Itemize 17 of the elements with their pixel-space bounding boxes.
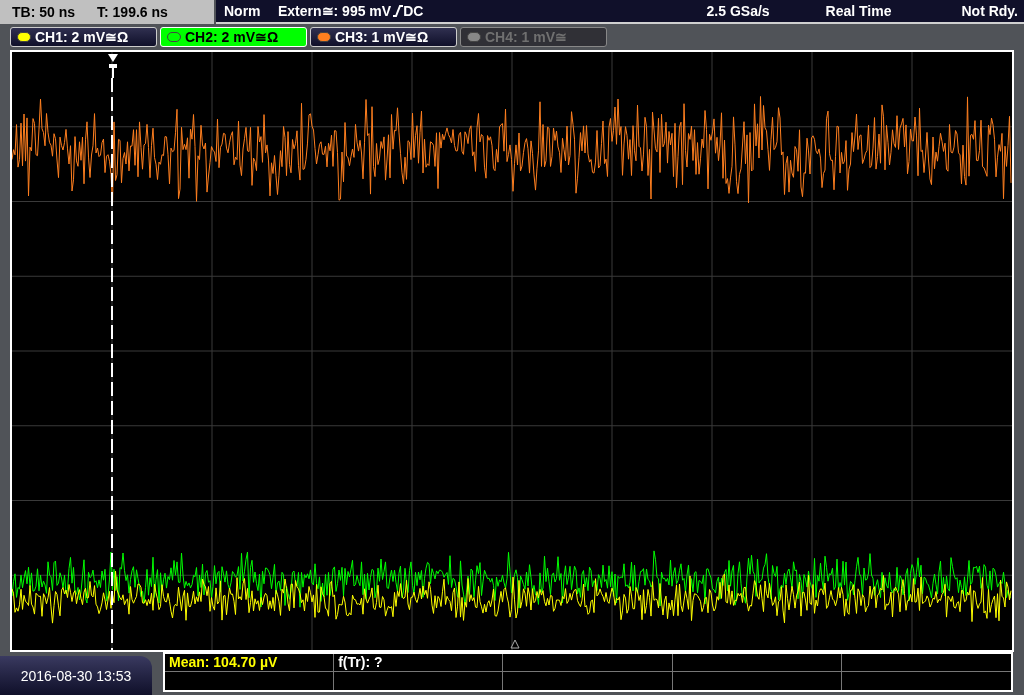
measurement-value: Mean: 104.70 µV [169,653,278,672]
measurement-value: f(Tr): ? [338,653,383,672]
channel-tab[interactable]: CH3: 1 mV≅Ω [310,27,457,47]
datetime-label: 2016-08-30 13:53 [20,667,132,686]
trigger-coupling-label: DC [403,1,424,21]
horizontal-position-icon [510,639,520,649]
timebase-label: TB: 50 ns [12,2,75,22]
trigger-state-label: Not Rdy. [961,1,1018,21]
channel-tab[interactable]: CH1: 2 mV≅Ω [10,27,157,47]
sample-rate-label: 2.5 GSa/s [706,1,770,21]
channel-tab[interactable]: CH2: 2 mV≅Ω [160,27,307,47]
trigger-mode-label: Norm [224,1,262,21]
trigger-marker-icon[interactable] [108,54,118,78]
trigger-source-label: Extern≅: 995 mV [278,1,392,21]
acquisition-mode-label: Real Time [825,1,892,21]
rising-edge-icon [393,5,404,17]
trigger-time-label: T: 199.6 ns [97,2,168,22]
